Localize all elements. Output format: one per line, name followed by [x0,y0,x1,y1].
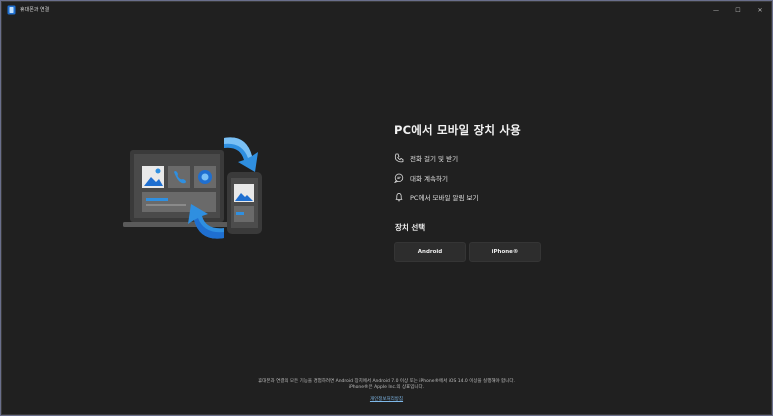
window-title: 휴대폰과 연결 [20,7,50,13]
feature-label: PC에서 모바일 알림 보기 [410,194,479,202]
iphone-button[interactable]: iPhone® [469,242,541,262]
phone-link-app-icon [7,5,16,15]
feature-notifications: PC에서 모바일 알림 보기 [394,192,478,202]
close-button[interactable]: ✕ [749,2,771,18]
window-controls: — ☐ ✕ [705,2,771,18]
device-section-title: 장치 선택 [395,223,426,232]
bell-icon [395,192,403,202]
feature-label: 대화 계속하기 [410,175,448,183]
minimize-button[interactable]: — [705,2,727,18]
title-bar[interactable]: 휴대폰과 연결 — ☐ ✕ [2,2,771,18]
app-window: 휴대폰과 연결 — ☐ ✕ PC에서 모바일 장치 사용 전화 걸기 및 받기 … [1,1,772,415]
trademark-line: iPhone®은 Apple Inc.의 상표입니다. [348,385,425,390]
phone-pc-illustration [123,137,262,239]
requirements-note: 휴대폰과 연결의 모든 기능을 경험하려면 Android 장치에서 Andro… [2,379,771,391]
maximize-button[interactable]: ☐ [727,2,749,18]
feature-label: 전화 걸기 및 받기 [410,155,459,163]
feature-calls: 전화 걸기 및 받기 [394,153,458,163]
phone-icon [394,153,404,163]
feature-messages: 대화 계속하기 [394,173,448,183]
chat-icon [394,173,404,183]
privacy-policy-link[interactable]: 개인정보처리방침 [2,396,771,402]
android-button[interactable]: Android [394,242,466,262]
page-title: PC에서 모바일 장치 사용 [394,123,521,137]
